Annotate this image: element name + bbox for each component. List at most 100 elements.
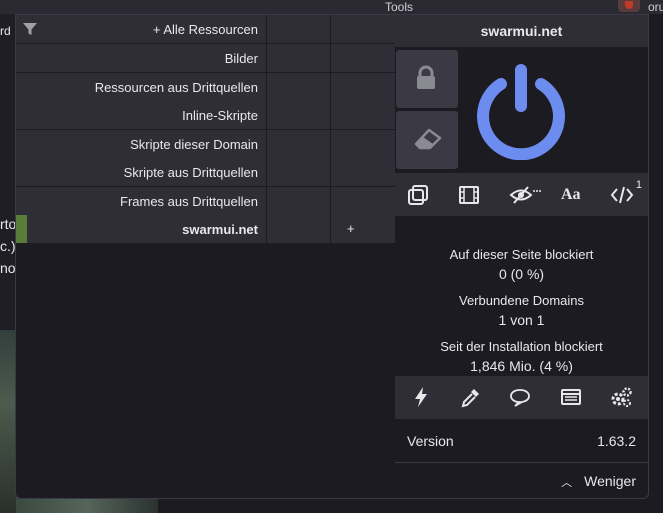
firewall-row-label: Bilder (224, 51, 258, 66)
stat-connected-domains: Verbundene Domains 1 von 1 (395, 293, 648, 328)
main-panel: swarmui.net Aa 1 Auf dieser Seite blocki… (395, 15, 648, 498)
gears-icon (611, 387, 632, 407)
logger-button[interactable] (560, 386, 584, 408)
firewall-cell-local[interactable] (267, 187, 330, 215)
eyedropper-icon (461, 389, 479, 408)
ublock-popup: + Alle Ressourcen Bilder Ressourcen aus … (15, 14, 649, 499)
code-icon (610, 186, 634, 204)
firewall-cell-label[interactable]: Skripte aus Drittquellen (16, 158, 266, 186)
ublock-toolbar-icon[interactable] (618, 0, 640, 12)
domain-allowed-marker (16, 215, 27, 243)
stat-value: 0 (0 %) (498, 266, 545, 282)
firewall-cell-global[interactable] (331, 73, 395, 101)
dashboard-button[interactable] (609, 386, 633, 408)
firewall-row-3p[interactable]: Ressourcen aus Drittquellen (16, 73, 395, 102)
bg-toolbar-fragment: Tools (385, 0, 414, 14)
firewall-cell-local[interactable] (267, 130, 330, 158)
stat-label: Seit der Installation blockiert (440, 339, 603, 354)
firewall-row-label: Skripte dieser Domain (130, 137, 258, 152)
firewall-row-label: Frames aus Drittquellen (120, 194, 258, 209)
firewall-row-inline-scripts[interactable]: Inline-Skripte (16, 101, 395, 130)
stats-section: Auf dieser Seite blockiert 0 (0 %) Verbu… (395, 216, 648, 376)
stat-value: 1,846 Mio. (4 %) (470, 358, 573, 374)
firewall-row-1p-scripts[interactable]: Skripte dieser Domain (16, 130, 395, 159)
chevron-up-icon: ︿ (561, 477, 573, 489)
fonts-icon: Aa (561, 186, 581, 203)
firewall-row-domain[interactable]: swarmui.net + (16, 215, 395, 244)
firewall-cell-label[interactable]: Ressourcen aus Drittquellen (16, 73, 266, 101)
lightning-icon (415, 387, 427, 407)
firewall-cell-global[interactable] (331, 187, 395, 215)
popup-icon (408, 185, 428, 205)
firewall-cell-label[interactable]: Inline-Skripte (16, 101, 266, 129)
firewall-cell-global[interactable] (331, 130, 395, 158)
report-button[interactable] (509, 386, 533, 408)
logger-icon (561, 389, 581, 405)
firewall-cell-global[interactable] (331, 15, 395, 43)
firewall-row-images[interactable]: Bilder (16, 44, 395, 73)
firewall-cell-global[interactable] (331, 101, 395, 129)
expand-domain-icon[interactable]: + (347, 221, 355, 236)
per-site-switches: Aa 1 (395, 173, 648, 216)
eraser-button[interactable] (396, 111, 458, 169)
filter-icon[interactable] (22, 21, 38, 37)
power-area (395, 47, 648, 173)
firewall-cell-label[interactable]: + Alle Ressourcen (16, 15, 266, 43)
firewall-cell-global[interactable]: + (331, 215, 395, 243)
firewall-cell-local[interactable] (267, 158, 330, 186)
version-label: Version (407, 433, 454, 449)
lock-icon (417, 65, 435, 89)
bg-page-image (0, 330, 16, 513)
firewall-cell-local[interactable] (267, 15, 330, 43)
firewall-cell-local[interactable] (267, 101, 330, 129)
eraser-icon (414, 128, 442, 150)
speech-bubble-icon (510, 389, 530, 407)
power-switch-icon[interactable] (473, 64, 569, 160)
firewall-row-label: swarmui.net (182, 222, 258, 237)
firewall-row-3p-frames[interactable]: Frames aus Drittquellen (16, 187, 395, 216)
firewall-row-label: Ressourcen aus Drittquellen (94, 80, 258, 95)
version-row: Version 1.63.2 (395, 419, 648, 462)
firewall-cell-label[interactable]: Bilder (16, 44, 266, 72)
scripts-count-badge: 1 (635, 179, 642, 191)
film-icon (459, 186, 479, 204)
firewall-row-label: + Alle Ressourcen (152, 22, 258, 37)
firewall-row-label: Skripte aus Drittquellen (123, 165, 258, 180)
firewall-cell-local[interactable] (267, 215, 330, 243)
bg-text-fragment: rd (0, 24, 11, 38)
stat-value: 1 von 1 (498, 312, 545, 328)
firewall-cell-label[interactable]: swarmui.net (16, 215, 266, 243)
bg-text-fragment: rto (0, 216, 17, 232)
firewall-pane: + Alle Ressourcen Bilder Ressourcen aus … (16, 15, 395, 244)
picker-button[interactable] (460, 386, 484, 408)
less-button[interactable]: ︿ Weniger (561, 473, 636, 490)
bg-toolbar-fragment: oru (648, 0, 663, 14)
hostname-title: swarmui.net (395, 15, 648, 47)
firewall-cell-global[interactable] (331, 44, 395, 72)
remote-fonts-button[interactable]: Aa (561, 184, 585, 206)
firewall-cell-global[interactable] (331, 158, 395, 186)
bg-text-fragment: c.) (0, 238, 16, 254)
firewall-row-label: Inline-Skripte (182, 108, 258, 123)
javascript-toggle-button[interactable]: 1 (610, 179, 642, 206)
stat-since-install: Seit der Installation blockiert 1,846 Mi… (395, 339, 648, 374)
firewall-cell-label[interactable]: Skripte dieser Domain (16, 130, 266, 158)
stat-label: Auf dieser Seite blockiert (449, 247, 594, 262)
divider (395, 462, 648, 463)
zapper-button[interactable] (411, 386, 435, 408)
less-label: Weniger (584, 473, 636, 489)
media-block-button[interactable] (458, 184, 482, 206)
firewall-row-3p-scripts[interactable]: Skripte aus Drittquellen (16, 158, 395, 187)
cosmetic-filter-button[interactable] (509, 184, 543, 206)
lock-button[interactable] (396, 50, 458, 108)
browser-toolbar-strip (0, 0, 663, 14)
firewall-row-all[interactable]: + Alle Ressourcen (16, 15, 395, 44)
stat-label: Verbundene Domains (458, 293, 585, 308)
version-value: 1.63.2 (597, 433, 636, 449)
firewall-cell-label[interactable]: Frames aus Drittquellen (16, 187, 266, 215)
bg-page-image (16, 497, 158, 513)
firewall-cell-local[interactable] (267, 73, 330, 101)
popup-block-button[interactable] (407, 184, 431, 206)
firewall-cell-local[interactable] (267, 44, 330, 72)
eye-slash-icon (509, 186, 541, 204)
